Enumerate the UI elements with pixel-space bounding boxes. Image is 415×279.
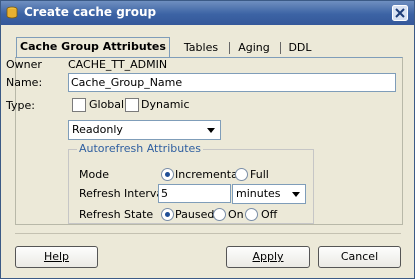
cache-group-type-value: Readonly (72, 123, 123, 136)
tab-tables[interactable]: Tables (176, 39, 226, 56)
incremental-label: Incremental (175, 168, 241, 181)
cache-group-type-select[interactable]: Readonly (68, 120, 221, 140)
chevron-down-icon (207, 128, 215, 133)
paused-radio[interactable] (161, 208, 174, 221)
off-label: Off (261, 208, 278, 221)
help-button[interactable]: Help (15, 246, 98, 268)
mode-label: Mode (79, 168, 109, 181)
off-radio[interactable] (245, 208, 258, 221)
button-separator (15, 233, 401, 234)
refresh-state-label: Refresh State (79, 208, 154, 221)
create-cache-group-dialog: Create cache group Cache Group Attribute… (0, 0, 415, 279)
close-icon[interactable] (392, 5, 408, 21)
refresh-interval-unit-select[interactable]: minutes (232, 184, 306, 204)
dynamic-label: Dynamic (141, 98, 190, 111)
refresh-interval-unit-value: minutes (236, 187, 281, 200)
refresh-interval-label: Refresh Interval (79, 187, 167, 200)
cancel-button[interactable]: Cancel (318, 246, 401, 268)
tab-separator (229, 42, 230, 54)
on-radio[interactable] (213, 208, 226, 221)
owner-label: Owner (6, 58, 42, 71)
paused-label: Paused (175, 208, 215, 221)
refresh-interval-input[interactable] (158, 184, 231, 203)
full-radio[interactable] (235, 168, 248, 181)
tab-bar: Cache Group Attributes Tables Aging DDL (16, 37, 401, 57)
cancel-button-label: Cancel (340, 250, 379, 263)
global-checkbox[interactable] (72, 98, 86, 112)
type-label: Type: (6, 99, 35, 112)
tab-cache-group-attributes[interactable]: Cache Group Attributes (16, 37, 170, 57)
database-icon (6, 6, 18, 19)
tab-ddl[interactable]: DDL (285, 39, 315, 56)
full-label: Full (250, 168, 269, 181)
apply-button-label: Apply (252, 250, 284, 263)
apply-button[interactable]: Apply (226, 246, 310, 268)
name-label: Name: (6, 76, 43, 89)
chevron-down-icon (292, 192, 300, 197)
owner-value: CACHE_TT_ADMIN (68, 58, 168, 71)
on-label: On (228, 208, 244, 221)
name-field[interactable] (68, 73, 396, 92)
tab-separator (280, 42, 281, 54)
title-bar[interactable]: Create cache group (1, 1, 414, 25)
help-button-label: Help (43, 250, 70, 263)
dynamic-checkbox[interactable] (125, 98, 139, 112)
window-title: Create cache group (24, 5, 157, 19)
incremental-radio[interactable] (161, 168, 174, 181)
autorefresh-legend: Autorefresh Attributes (77, 142, 204, 155)
global-label: Global (89, 98, 125, 111)
tab-aging[interactable]: Aging (234, 39, 274, 56)
